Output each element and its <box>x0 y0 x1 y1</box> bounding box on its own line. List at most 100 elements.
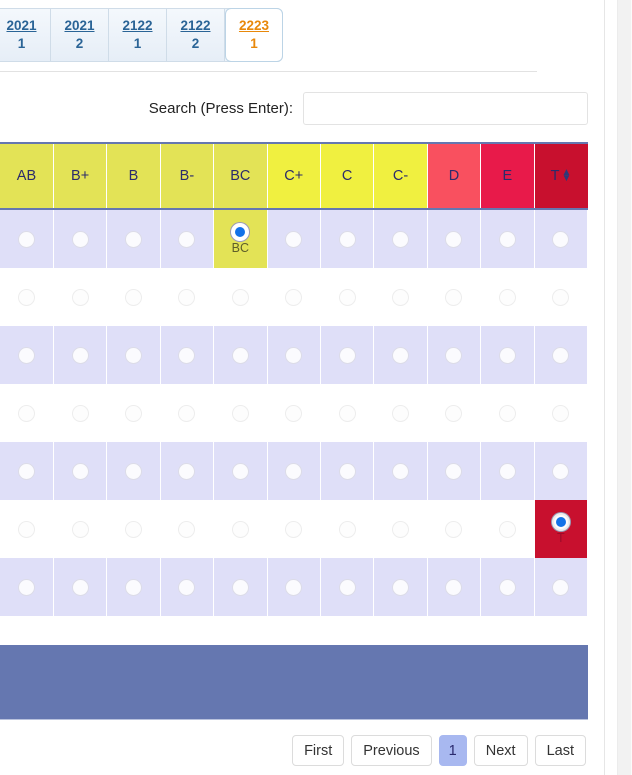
grade-cell-T[interactable] <box>534 442 589 500</box>
column-header-Cplus[interactable]: C+ <box>267 142 321 210</box>
radio-unselected[interactable] <box>338 404 356 422</box>
radio-unselected[interactable] <box>552 230 570 248</box>
grade-cell-BC[interactable] <box>213 558 268 616</box>
radio-unselected[interactable] <box>17 578 35 596</box>
grade-cell-T[interactable] <box>534 268 589 326</box>
grade-cell-B[interactable] <box>106 384 161 442</box>
radio-unselected[interactable] <box>392 462 410 480</box>
tab-2122-2[interactable]: 2122 2 <box>167 9 225 61</box>
grade-cell-Cplus[interactable] <box>267 558 321 616</box>
radio-unselected[interactable] <box>338 578 356 596</box>
vertical-scrollbar-thumb[interactable] <box>618 0 631 775</box>
radio-unselected[interactable] <box>125 404 143 422</box>
grade-cell-E[interactable] <box>480 268 535 326</box>
radio-unselected[interactable] <box>392 230 410 248</box>
grade-cell-Bminus[interactable] <box>160 558 215 616</box>
grade-cell-E[interactable] <box>480 500 535 558</box>
column-header-T[interactable]: T ▲ ▼ <box>534 142 588 210</box>
radio-unselected[interactable] <box>498 230 516 248</box>
grade-cell-T[interactable]: T <box>534 500 589 558</box>
radio-unselected[interactable] <box>338 288 356 306</box>
radio-unselected[interactable] <box>445 346 463 364</box>
radio-unselected[interactable] <box>125 346 143 364</box>
radio-unselected[interactable] <box>71 404 89 422</box>
tab-2021-2[interactable]: 2021 2 <box>51 9 109 61</box>
column-header-BC[interactable]: BC <box>213 142 268 210</box>
grade-cell-AB[interactable] <box>0 209 54 268</box>
grade-cell-D[interactable] <box>427 500 482 558</box>
grade-cell-Bplus[interactable] <box>53 268 108 326</box>
grade-cell-Bplus[interactable] <box>53 384 108 442</box>
grade-cell-AB[interactable] <box>0 326 54 384</box>
radio-unselected[interactable] <box>552 578 570 596</box>
column-header-Cminus[interactable]: C- <box>373 142 428 210</box>
grade-cell-B[interactable] <box>106 442 161 500</box>
column-header-E[interactable]: E <box>480 142 535 210</box>
radio-unselected[interactable] <box>498 462 516 480</box>
pagination-first-button[interactable]: First <box>292 735 345 766</box>
grade-cell-C[interactable] <box>320 500 375 558</box>
grade-cell-Cminus[interactable] <box>373 558 428 616</box>
grade-cell-BC[interactable] <box>213 500 268 558</box>
grade-cell-C[interactable] <box>320 268 375 326</box>
grade-cell-C[interactable] <box>320 384 375 442</box>
radio-unselected[interactable] <box>338 520 356 538</box>
radio-unselected[interactable] <box>498 346 516 364</box>
radio-unselected[interactable] <box>285 520 303 538</box>
radio-unselected[interactable] <box>231 346 249 364</box>
grade-cell-BC[interactable] <box>213 384 268 442</box>
grade-cell-Bminus[interactable] <box>160 384 215 442</box>
radio-unselected[interactable] <box>71 578 89 596</box>
radio-unselected[interactable] <box>125 230 143 248</box>
pagination-page-1-button[interactable]: 1 <box>438 735 467 766</box>
radio-unselected[interactable] <box>71 230 89 248</box>
pagination-next-button[interactable]: Next <box>473 735 528 766</box>
column-header-Bminus[interactable]: B- <box>160 142 215 210</box>
grade-cell-Bplus[interactable] <box>53 326 108 384</box>
radio-unselected[interactable] <box>338 346 356 364</box>
radio-selected[interactable] <box>231 223 250 241</box>
grade-cell-Bplus[interactable] <box>53 558 108 616</box>
search-input[interactable] <box>303 91 588 125</box>
grade-cell-Bminus[interactable] <box>160 326 215 384</box>
tab-2021-1[interactable]: 2021 1 <box>0 9 51 61</box>
grade-cell-B[interactable] <box>106 209 161 268</box>
grade-cell-Bminus[interactable] <box>160 268 215 326</box>
radio-unselected[interactable] <box>392 520 410 538</box>
grade-cell-BC[interactable] <box>213 442 268 500</box>
radio-unselected[interactable] <box>285 230 303 248</box>
grade-cell-E[interactable] <box>480 326 535 384</box>
radio-unselected[interactable] <box>125 462 143 480</box>
radio-unselected[interactable] <box>498 288 516 306</box>
radio-unselected[interactable] <box>445 462 463 480</box>
radio-unselected[interactable] <box>445 288 463 306</box>
radio-unselected[interactable] <box>17 230 35 248</box>
grade-cell-C[interactable] <box>320 558 375 616</box>
grade-cell-BC[interactable] <box>213 326 268 384</box>
grade-cell-AB[interactable] <box>0 268 54 326</box>
grade-cell-D[interactable] <box>427 558 482 616</box>
radio-unselected[interactable] <box>178 578 196 596</box>
grade-cell-AB[interactable] <box>0 558 54 616</box>
grade-cell-D[interactable] <box>427 209 482 268</box>
grade-cell-BC[interactable]: BC <box>213 209 268 268</box>
radio-unselected[interactable] <box>178 346 196 364</box>
radio-unselected[interactable] <box>338 230 356 248</box>
grade-cell-D[interactable] <box>427 442 482 500</box>
radio-unselected[interactable] <box>552 288 570 306</box>
radio-unselected[interactable] <box>392 346 410 364</box>
grade-cell-Bplus[interactable] <box>53 209 108 268</box>
grade-cell-Bplus[interactable] <box>53 442 108 500</box>
radio-unselected[interactable] <box>552 404 570 422</box>
radio-unselected[interactable] <box>445 520 463 538</box>
grade-cell-Cplus[interactable] <box>267 384 321 442</box>
radio-unselected[interactable] <box>338 462 356 480</box>
radio-unselected[interactable] <box>125 288 143 306</box>
radio-unselected[interactable] <box>498 520 516 538</box>
column-header-C[interactable]: C <box>320 142 375 210</box>
grade-cell-T[interactable] <box>534 326 589 384</box>
tab-2122-1[interactable]: 2122 1 <box>109 9 167 61</box>
radio-unselected[interactable] <box>178 404 196 422</box>
grade-cell-Cplus[interactable] <box>267 442 321 500</box>
radio-unselected[interactable] <box>285 578 303 596</box>
